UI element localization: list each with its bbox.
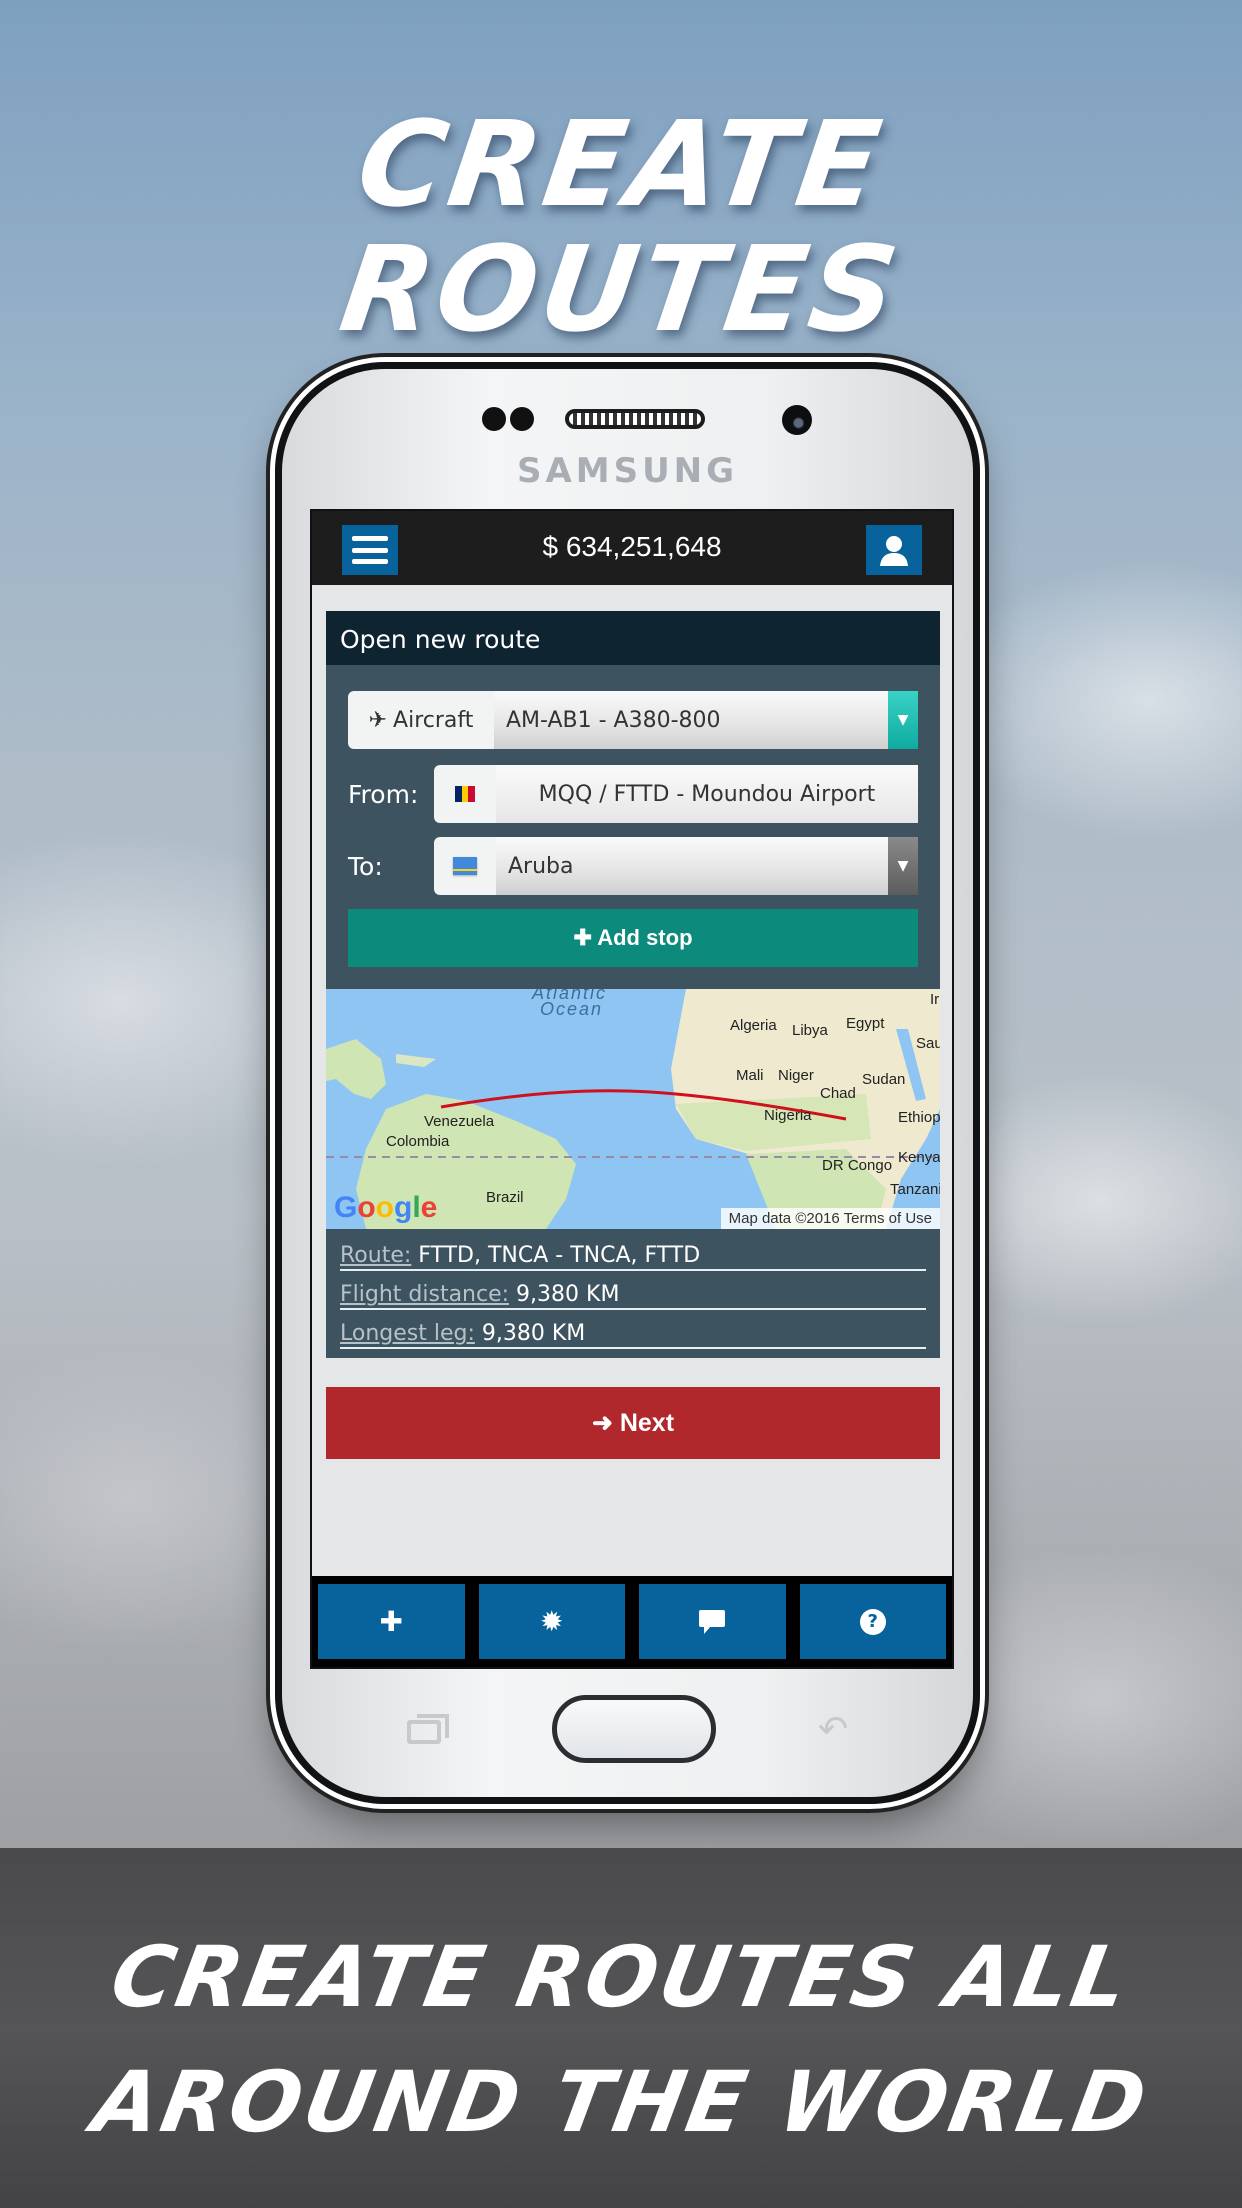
destination-select[interactable]: Aruba ▼ xyxy=(496,837,918,895)
destination-selected-value: Aruba xyxy=(508,853,574,879)
tagline-band: CREATE ROUTES ALL AROUND THE WORLD xyxy=(0,1848,1242,2208)
route-form: ✈ Aircraft AM-AB1 - A380-800 ▼ From: MQQ… xyxy=(326,667,940,989)
map-label-tanzania: Tanzani xyxy=(890,1181,940,1198)
longest-leg-value: 9,380 KM xyxy=(481,1321,586,1346)
balance-display: $ 634,251,648 xyxy=(542,531,722,562)
map-label-iran: Ir xyxy=(930,991,940,1008)
aircraft-label: Aircraft xyxy=(393,707,474,733)
app-screen: $ 634,251,648 Open new route ✈ Aircraft … xyxy=(310,509,954,1669)
proximity-sensor-icon xyxy=(482,407,506,431)
google-logo: Google xyxy=(334,1191,438,1224)
map-label-chad: Chad xyxy=(820,1085,856,1102)
map-label-kenya: Kenya xyxy=(898,1149,940,1166)
card-title: Open new route xyxy=(326,611,940,667)
next-button[interactable]: ➜ Next xyxy=(326,1387,940,1459)
add-stop-button[interactable]: ✚ Add stop xyxy=(348,909,918,967)
map-label-mali: Mali xyxy=(736,1067,764,1084)
from-airport-field[interactable]: MQQ / FTTD - Moundou Airport xyxy=(496,765,918,823)
land-caribbean xyxy=(396,1054,436,1067)
tagline-line-2: AROUND THE WORLD xyxy=(85,2053,1157,2151)
route-key: Route: xyxy=(340,1243,412,1268)
starburst-icon: ✹ xyxy=(540,1605,564,1638)
device-brand: SAMSUNG xyxy=(516,451,739,491)
from-flag xyxy=(434,765,496,823)
to-row: To: Aruba ▼ xyxy=(348,837,918,895)
longest-leg-line: Longest leg: 9,380 KM xyxy=(340,1315,926,1349)
nav-chat-button[interactable] xyxy=(639,1584,786,1659)
nav-add-button[interactable]: ✚ xyxy=(318,1584,465,1659)
headline-create: CREATE xyxy=(349,95,893,233)
map-label-saudi: Sau xyxy=(916,1035,940,1052)
map-label-drcongo: DR Congo xyxy=(822,1157,893,1174)
map-label-egypt: Egypt xyxy=(846,1015,885,1032)
chad-flag-icon xyxy=(455,786,476,802)
light-sensor-icon xyxy=(510,407,534,431)
nav-help-button[interactable]: ? xyxy=(799,1584,946,1659)
aircraft-selected-value: AM-AB1 - A380-800 xyxy=(506,707,721,733)
map-label-nigeria: Nigeria xyxy=(764,1107,812,1124)
chevron-down-icon: ▼ xyxy=(888,691,918,749)
nav-badge-button[interactable]: ✹ xyxy=(478,1584,625,1659)
tagline-line-1: CREATE ROUTES ALL xyxy=(104,1928,1138,2026)
map-label-sudan: Sudan xyxy=(862,1071,906,1088)
bottom-nav: ✚ ✹ ? xyxy=(312,1576,952,1667)
profile-button[interactable] xyxy=(866,525,922,575)
from-row: From: MQQ / FTTD - Moundou Airport xyxy=(348,765,918,823)
airplane-icon: ✈ xyxy=(368,707,388,733)
headline-routes: ROUTES xyxy=(332,220,910,358)
top-bar: $ 634,251,648 xyxy=(312,511,952,585)
aircraft-row: ✈ Aircraft AM-AB1 - A380-800 ▼ xyxy=(348,691,918,749)
map-label-brazil: Brazil xyxy=(486,1189,524,1206)
user-icon xyxy=(880,536,908,566)
to-label: To: xyxy=(348,851,383,881)
route-value: FTTD, TNCA - TNCA, FTTD xyxy=(418,1243,701,1268)
map-label-colombia: Colombia xyxy=(386,1133,450,1150)
map-label-niger: Niger xyxy=(778,1067,814,1084)
route-summary: Route: FTTD, TNCA - TNCA, FTTD Flight di… xyxy=(326,1229,940,1358)
from-label: From: xyxy=(348,779,419,809)
map-label-ethiopia: Ethiop xyxy=(898,1109,940,1126)
aircraft-addon: ✈ Aircraft xyxy=(348,691,494,749)
longest-leg-key: Longest leg: xyxy=(340,1321,475,1346)
phone-device: SAMSUNG $ 634,251,648 Open new route ✈ A xyxy=(275,362,980,1804)
chevron-down-icon: ▼ xyxy=(888,837,918,895)
earpiece-speaker-icon xyxy=(565,409,705,429)
route-line-summary: Route: FTTD, TNCA - TNCA, FTTD xyxy=(340,1237,926,1271)
land-central-america xyxy=(326,1039,386,1099)
recents-key-icon[interactable] xyxy=(407,1714,449,1744)
map-label-algeria: Algeria xyxy=(730,1017,777,1034)
help-icon: ? xyxy=(859,1608,886,1635)
front-camera-icon xyxy=(782,405,812,435)
home-button[interactable] xyxy=(552,1695,716,1763)
aruba-flag-icon xyxy=(453,857,477,875)
distance-key: Flight distance: xyxy=(340,1282,510,1307)
back-key-icon[interactable]: ↶ xyxy=(818,1712,848,1748)
aircraft-select[interactable]: AM-AB1 - A380-800 ▼ xyxy=(494,691,918,749)
open-route-card: Open new route ✈ Aircraft AM-AB1 - A380-… xyxy=(326,611,940,1358)
route-map[interactable]: Atlantic Ocean Algeria Libya Egypt Sau I… xyxy=(326,989,940,1229)
distance-line: Flight distance: 9,380 KM xyxy=(340,1276,926,1310)
map-label-libya: Libya xyxy=(792,1022,828,1039)
chat-bubble-icon xyxy=(699,1609,726,1634)
distance-value: 9,380 KM xyxy=(516,1282,620,1307)
plus-icon: ✚ xyxy=(379,1605,403,1638)
map-label-venezuela: Venezuela xyxy=(424,1113,495,1130)
map-label-ocean: Ocean xyxy=(540,999,604,1019)
to-flag xyxy=(434,837,496,895)
map-attribution[interactable]: Map data ©2016 Terms of Use xyxy=(720,1208,940,1229)
